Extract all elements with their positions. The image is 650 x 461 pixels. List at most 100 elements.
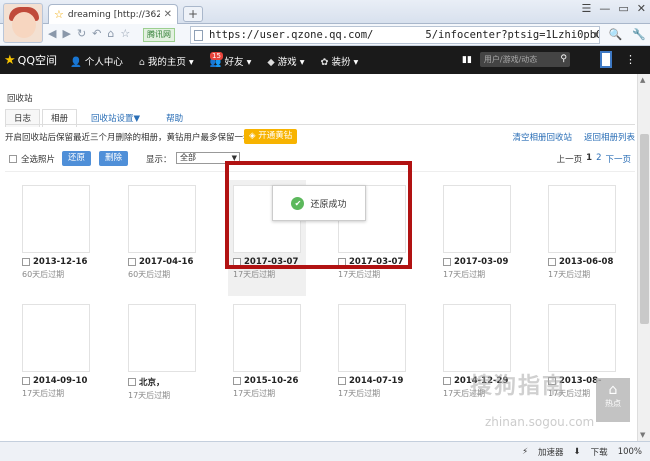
- home-icon[interactable]: ⌂: [107, 27, 114, 40]
- photo-checkbox[interactable]: [233, 377, 241, 385]
- photo-thumbnail[interactable]: [443, 185, 511, 253]
- signal-icon[interactable]: ▮▮: [462, 55, 472, 65]
- forward-icon[interactable]: ▶: [62, 27, 70, 40]
- url-redaction: [373, 29, 426, 41]
- photo-thumbnail[interactable]: [22, 304, 90, 372]
- photo-thumbnail[interactable]: [548, 185, 616, 253]
- tab-title: dreaming [http://362125: [67, 9, 160, 20]
- clear-recycle-link[interactable]: 清空相册回收站: [512, 131, 572, 143]
- page-1[interactable]: 1: [586, 153, 592, 165]
- photo-thumbnail[interactable]: [548, 304, 616, 372]
- accelerator-label[interactable]: 加速器: [538, 446, 564, 458]
- photo-card[interactable]: 2014-07-19 17天后过期: [338, 304, 406, 399]
- qzone-right: ▮▮ 用户/游戏/动态 ⚲: [462, 52, 570, 67]
- dropdown-icon[interactable]: ▾: [593, 28, 599, 41]
- download-icon[interactable]: ⬇: [574, 447, 581, 457]
- prev-page[interactable]: 上一页: [557, 153, 583, 165]
- accelerator-icon[interactable]: ⚡: [522, 447, 528, 457]
- scroll-up-icon[interactable]: ▲: [640, 76, 645, 84]
- close-window-icon[interactable]: ✕: [637, 2, 646, 15]
- nav-dress[interactable]: ✿ 装扮 ▾: [320, 54, 358, 68]
- maximize-icon[interactable]: ▭: [618, 2, 628, 15]
- back-to-albums-link[interactable]: 返回相册列表: [584, 131, 635, 143]
- browser-tab[interactable]: ☆ dreaming [http://362125 ✕: [48, 4, 178, 24]
- photo-card[interactable]: 2015-10-26 17天后过期: [233, 304, 301, 399]
- photo-checkbox[interactable]: [548, 258, 556, 266]
- back-icon[interactable]: ◀: [48, 27, 56, 40]
- photo-date: 北京，: [139, 378, 165, 388]
- photo-card[interactable]: 2013-06-08 17天后过期: [548, 185, 616, 280]
- scroll-down-icon[interactable]: ▼: [640, 431, 645, 439]
- url-suffix: 5/infocenter?ptsig=1Lzhi0pbOpoxPnI: [425, 29, 599, 41]
- nav-games[interactable]: ◆ 游戏 ▾: [267, 54, 304, 68]
- pager: 上一页 1 2 下一页: [557, 153, 631, 165]
- photo-checkbox[interactable]: [22, 377, 30, 385]
- menu-icon[interactable]: ☰: [582, 2, 592, 15]
- search-icon[interactable]: 🔍: [609, 28, 623, 41]
- photo-checkbox[interactable]: [338, 377, 346, 385]
- recycle-notice: 开启回收站后保留最近三个月删除的相册，黄钻用户最多保留一年: [5, 133, 252, 143]
- photo-checkbox[interactable]: [443, 377, 451, 385]
- vertical-scrollbar[interactable]: ▲ ▼: [637, 74, 650, 441]
- new-tab-button[interactable]: +: [183, 6, 203, 22]
- tab-close-icon[interactable]: ✕: [164, 9, 172, 20]
- scrollbar-thumb[interactable]: [640, 134, 649, 324]
- photo-date: 2015-10-26: [244, 376, 299, 386]
- user-avatar[interactable]: [3, 3, 43, 43]
- hot-button[interactable]: ⌂ 热点: [596, 378, 630, 422]
- delete-button[interactable]: 删除: [99, 151, 129, 166]
- nav-label: 我的主页: [147, 57, 186, 68]
- restore-button[interactable]: 还原: [62, 151, 92, 166]
- photo-thumbnail[interactable]: [128, 185, 196, 253]
- photo-card[interactable]: 北京， 17天后过期: [128, 304, 196, 401]
- photo-card[interactable]: 2013-12-16 60天后过期: [22, 185, 90, 280]
- minimize-icon[interactable]: —: [599, 2, 610, 15]
- nav-my-home[interactable]: ⌂ 我的主页 ▾: [139, 54, 194, 68]
- photo-thumbnail[interactable]: [233, 304, 301, 372]
- qzone-logo-text: QQ空间: [17, 54, 57, 67]
- photo-thumbnail[interactable]: [128, 304, 196, 372]
- tools-icon[interactable]: 🔧: [632, 28, 646, 41]
- photo-thumbnail[interactable]: [443, 304, 511, 372]
- photo-checkbox[interactable]: [443, 258, 451, 266]
- download-label[interactable]: 下载: [591, 446, 608, 458]
- url-field[interactable]: https://user.qzone.qq.com/5/infocenter?p…: [190, 26, 600, 44]
- dress-icon: ✿: [320, 57, 329, 68]
- undo-icon[interactable]: ↶: [92, 27, 101, 40]
- select-all-label: 全选照片: [21, 155, 56, 165]
- refresh-icon[interactable]: ↻: [77, 27, 86, 40]
- page-2[interactable]: 2: [596, 153, 601, 165]
- browser-status-bar: ⚡ 加速器 ⬇ 下载 100%: [0, 441, 650, 461]
- open-vip-button[interactable]: ◈ 开通黄钻: [244, 129, 298, 144]
- nav-buttons: ◀ ▶ ↻ ↶ ⌂ ☆: [48, 27, 130, 40]
- photo-checkbox[interactable]: [128, 258, 136, 266]
- avatar-face: [12, 12, 36, 38]
- home-icon: ⌂: [138, 57, 145, 68]
- select-all[interactable]: 全选照片: [9, 153, 55, 165]
- photo-card[interactable]: 2014-09-10 17天后过期: [22, 304, 90, 399]
- address-actions: ▾ 🔍 🔧: [593, 28, 646, 41]
- qzone-logo[interactable]: ★ QQ空间: [4, 52, 57, 68]
- bookmark-icon[interactable]: ☆: [120, 27, 130, 40]
- photo-card[interactable]: 2017-03-09 17天后过期: [443, 185, 511, 280]
- zoom-level[interactable]: 100%: [618, 447, 642, 457]
- photo-thumbnail[interactable]: [338, 304, 406, 372]
- more-menu-icon[interactable]: ⋮: [625, 53, 636, 66]
- photo-card[interactable]: 2017-04-16 60天后过期: [128, 185, 196, 280]
- qzone-user-avatar[interactable]: [600, 51, 612, 68]
- next-page[interactable]: 下一页: [605, 153, 631, 165]
- window-controls: ☰ — ▭ ✕: [582, 2, 647, 15]
- photo-expire: 60天后过期: [128, 270, 171, 279]
- qzone-search-input[interactable]: 用户/游戏/动态 ⚲: [479, 52, 570, 67]
- photo-expire: 17天后过期: [22, 389, 65, 398]
- photo-date-row: 2017-03-09: [443, 257, 511, 267]
- photo-checkbox[interactable]: [128, 378, 136, 386]
- photo-checkbox[interactable]: [22, 258, 30, 266]
- photo-thumbnail[interactable]: [22, 185, 90, 253]
- select-all-checkbox[interactable]: [9, 155, 17, 163]
- nav-personal-center[interactable]: 👤 个人中心: [70, 54, 123, 68]
- address-bar-row: ◀ ▶ ↻ ↶ ⌂ ☆ 腾讯网 https://user.qzone.qq.co…: [0, 24, 650, 46]
- site-badge: 腾讯网: [143, 28, 175, 42]
- search-icon[interactable]: ⚲: [560, 52, 567, 67]
- search-placeholder: 用户/游戏/动态: [483, 55, 538, 64]
